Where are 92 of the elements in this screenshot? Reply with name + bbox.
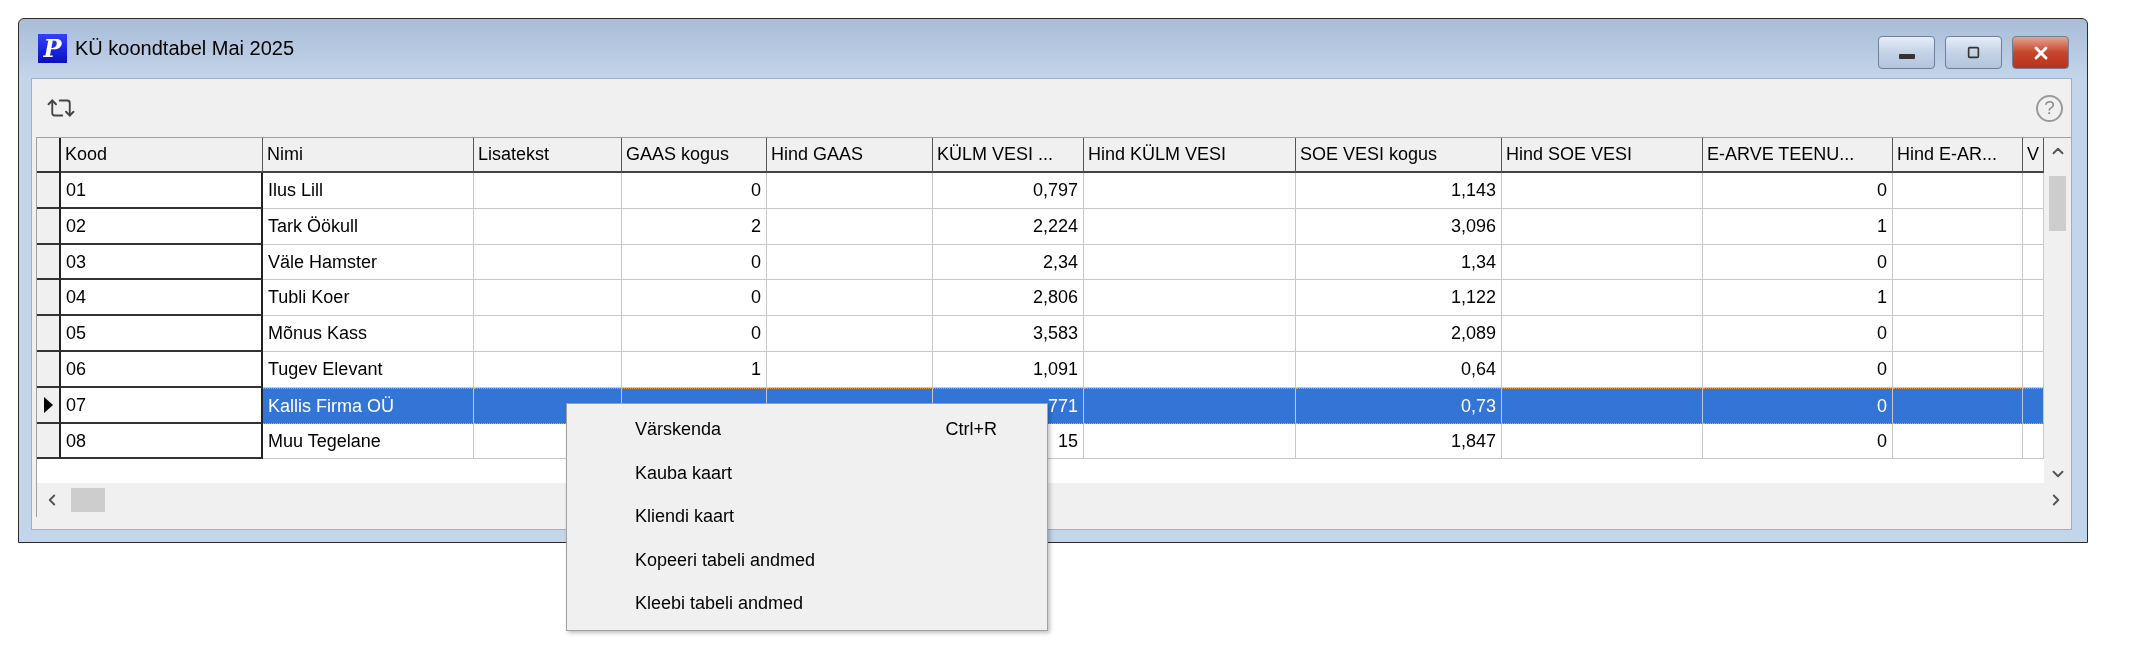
table-cell: 1 (1703, 280, 1893, 317)
menu-item[interactable]: Kleebi tabeli andmed (569, 582, 1045, 626)
column-header[interactable]: Hind KÜLM VESI (1084, 138, 1296, 173)
table-cell: 1,847 (1296, 423, 1502, 460)
column-header[interactable]: GAAS kogus (622, 138, 767, 173)
column-header[interactable]: Hind SOE VESI (1502, 138, 1703, 173)
column-header[interactable]: Nimi (263, 138, 474, 173)
table-cell: 0 (1703, 316, 1893, 352)
scroll-thumb[interactable] (2049, 176, 2066, 231)
minimize-button[interactable] (1878, 36, 1935, 69)
menu-item[interactable]: Kliendi kaart (569, 495, 1045, 539)
table-cell: 0 (1703, 423, 1893, 460)
minimize-icon (1898, 54, 1915, 59)
table-cell (2023, 208, 2044, 245)
table-cell: 0 (1703, 173, 1893, 209)
row-header (37, 138, 61, 173)
column-header[interactable]: Kood (61, 138, 263, 173)
table-cell: 0 (622, 244, 767, 281)
table-cell (2023, 352, 2044, 388)
table-cell: Tark Öökull (263, 208, 474, 245)
row-header[interactable] (37, 208, 61, 245)
menu-item-label: Kliendi kaart (635, 506, 735, 528)
table-cell: Mõnus Kass (263, 316, 474, 352)
app-logo: P (38, 34, 67, 63)
table-cell: 04 (61, 280, 263, 317)
table-cell (2023, 423, 2044, 460)
window-title: KÜ koondtabel Mai 2025 (75, 37, 296, 60)
column-header[interactable]: Hind E-AR... (1893, 138, 2023, 173)
column-header[interactable]: E-ARVE TEENU... (1703, 138, 1893, 173)
table-cell: 07 (61, 387, 263, 424)
menu-item-label: Kleebi tabeli andmed (635, 593, 804, 615)
table-cell: 05 (61, 316, 263, 352)
table-cell: 3,583 (933, 316, 1084, 352)
table-cell: 0 (622, 173, 767, 209)
table-cell: 1 (622, 352, 767, 388)
table-cell: Väle Hamster (263, 244, 474, 281)
table-cell: 1 (1703, 208, 1893, 245)
row-header[interactable] (37, 316, 61, 352)
table-cell (2023, 244, 2044, 281)
table-cell: 06 (61, 352, 263, 388)
table-cell: 3,096 (1296, 208, 1502, 245)
table-cell: 1,143 (1296, 173, 1502, 209)
menu-item-label: Kauba kaart (635, 462, 733, 484)
column-header[interactable]: V (2023, 138, 2044, 173)
menu-item-label: Kopeeri tabeli andmed (635, 549, 816, 571)
vertical-scrollbar[interactable] (2044, 138, 2071, 483)
column-header[interactable]: Hind GAAS (767, 138, 933, 173)
table-cell: 0 (622, 316, 767, 352)
close-button[interactable] (2012, 36, 2069, 69)
table-cell: Ilus Lill (263, 173, 474, 209)
table-cell: Kallis Firma OÜ (263, 387, 474, 424)
table-cell (2023, 280, 2044, 317)
table-cell: 2,806 (933, 280, 1084, 317)
table-cell: 02 (61, 208, 263, 245)
table-cell: 2,224 (933, 208, 1084, 245)
row-header[interactable] (37, 423, 61, 460)
table-cell: 01 (61, 173, 263, 209)
table-cell: 08 (61, 423, 263, 460)
scroll-thumb[interactable] (71, 488, 105, 512)
table-cell: 1,122 (1296, 280, 1502, 317)
table-cell (2023, 387, 2044, 424)
table-cell: 1,34 (1296, 244, 1502, 281)
table-cell: 2 (622, 208, 767, 245)
row-header[interactable] (37, 387, 61, 424)
menu-item-label: Värskenda (635, 419, 722, 441)
table-cell: 1,091 (933, 352, 1084, 388)
table-cell: 0 (1703, 244, 1893, 281)
table-cell (2023, 316, 2044, 352)
column-header[interactable]: KÜLM VESI ... (933, 138, 1084, 173)
current-row-icon (43, 396, 53, 413)
row-header[interactable] (37, 173, 61, 209)
row-header[interactable] (37, 280, 61, 317)
table-cell: 2,089 (1296, 316, 1502, 352)
table-cell: 0,64 (1296, 352, 1502, 388)
column-header[interactable]: SOE VESI kogus (1296, 138, 1502, 173)
table-cell: Tubli Koer (263, 280, 474, 317)
table-cell: Tugev Elevant (263, 352, 474, 388)
row-header[interactable] (37, 352, 61, 388)
table-cell: 2,34 (933, 244, 1084, 281)
menu-item[interactable]: Kopeeri tabeli andmed (569, 538, 1045, 582)
table-cell: Muu Tegelane (263, 423, 474, 460)
column-header[interactable]: Lisatekst (474, 138, 622, 173)
row-header[interactable] (37, 244, 61, 281)
table-cell: 0 (622, 280, 767, 317)
table-cell: 03 (61, 244, 263, 281)
table-cell: 0,797 (933, 173, 1084, 209)
maximize-button[interactable] (1945, 36, 2002, 69)
table-cell: 0 (1703, 352, 1893, 388)
table-cell: 0,73 (1296, 387, 1502, 424)
maximize-icon (1967, 46, 1980, 59)
table-cell (2023, 173, 2044, 209)
table-cell: 0 (1703, 387, 1893, 424)
